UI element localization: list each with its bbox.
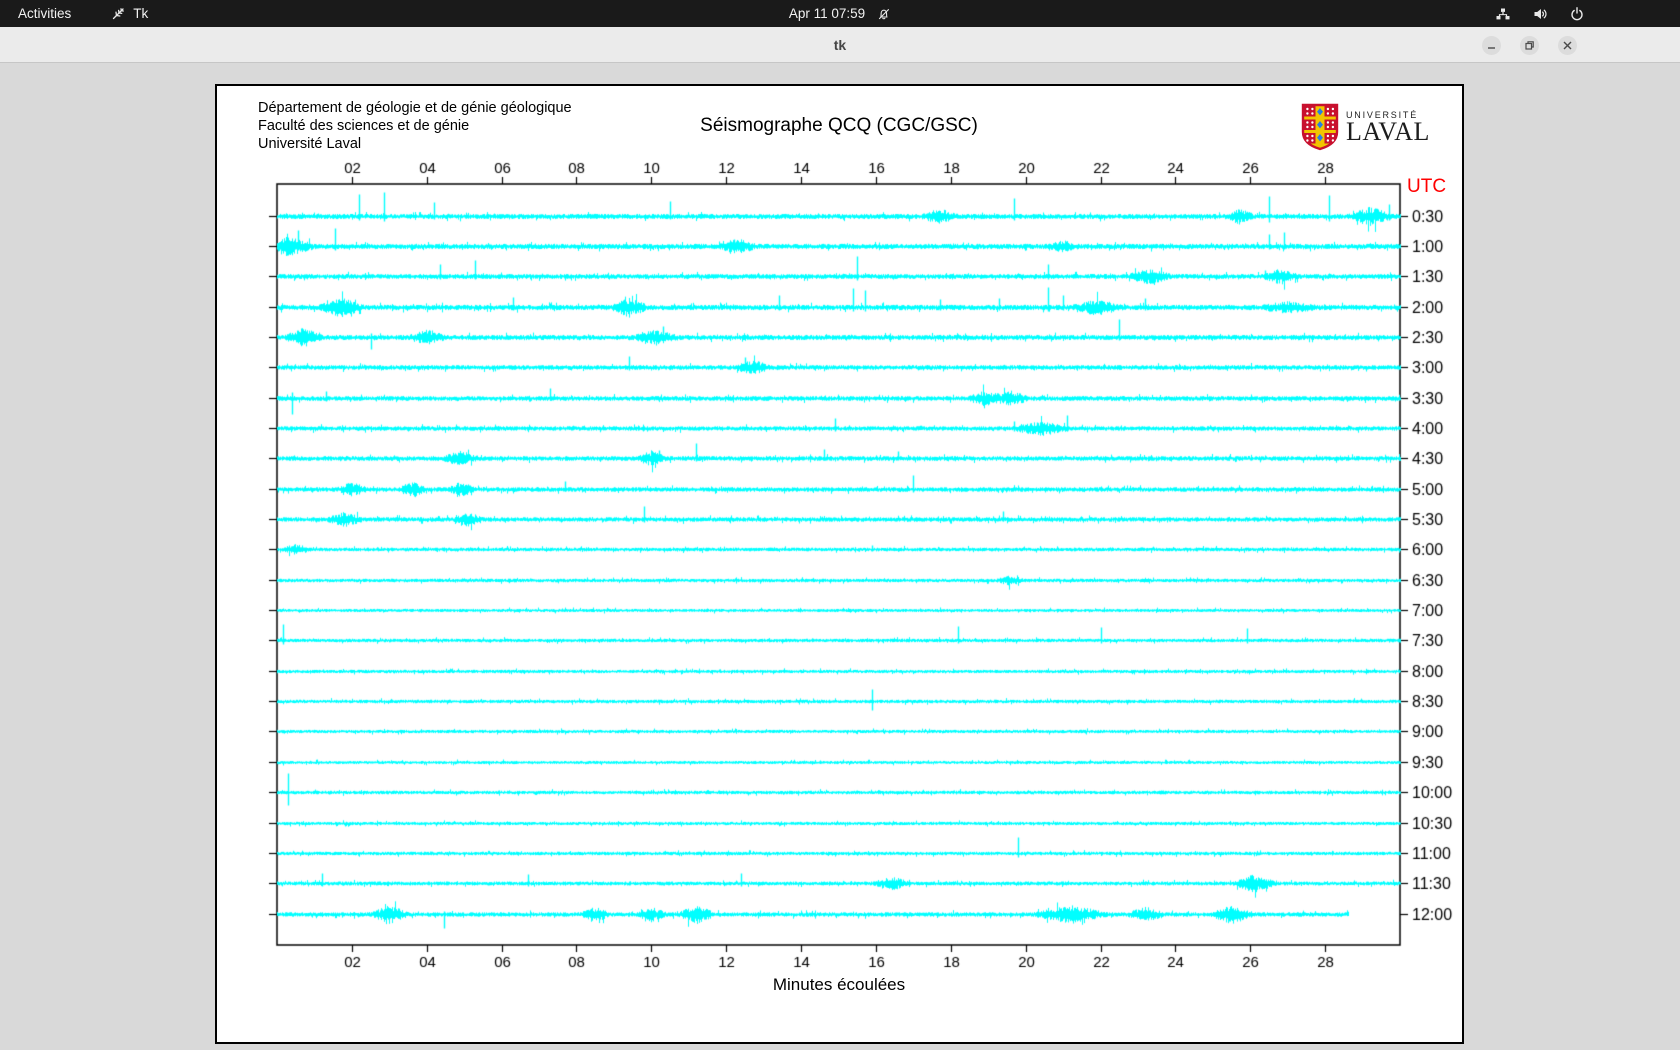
top-bar: Activities Tk Apr 11 07:59 bbox=[0, 0, 1680, 27]
maximize-button[interactable] bbox=[1520, 36, 1539, 55]
close-button[interactable] bbox=[1558, 36, 1577, 55]
institution-line-3: Université Laval bbox=[258, 135, 572, 153]
system-status-area[interactable] bbox=[1495, 0, 1585, 27]
wired-network-icon bbox=[1495, 6, 1511, 22]
app-menu-label: Tk bbox=[133, 6, 148, 21]
clock-menu[interactable]: Apr 11 07:59 bbox=[789, 0, 891, 27]
logo-laval-word: LAVAL bbox=[1346, 120, 1430, 144]
clock-label: Apr 11 07:59 bbox=[789, 6, 865, 21]
bell-slash-icon bbox=[877, 7, 891, 21]
power-icon bbox=[1569, 6, 1585, 22]
laval-shield-icon bbox=[1301, 103, 1339, 156]
utc-label: UTC bbox=[1407, 176, 1446, 198]
window-title: tk bbox=[0, 27, 1680, 63]
seismograph-panel: Département de géologie et de génie géol… bbox=[215, 84, 1464, 1044]
x-axis-label: Minutes écoulées bbox=[277, 975, 1401, 995]
activities-button[interactable]: Activities bbox=[0, 0, 89, 27]
app-menu-tk[interactable]: Tk bbox=[111, 6, 148, 21]
universite-laval-logo: UNIVERSITÉ LAVAL bbox=[1301, 103, 1430, 156]
tk-window-body: Département de géologie et de génie géol… bbox=[0, 63, 1680, 1050]
page-title: Séismographe QCQ (CGC/GSC) bbox=[277, 115, 1401, 137]
activities-label: Activities bbox=[18, 6, 71, 21]
window-titlebar[interactable]: tk bbox=[0, 27, 1680, 63]
seismogram-plot bbox=[217, 86, 1462, 1042]
tk-feather-icon bbox=[111, 6, 126, 21]
speaker-icon bbox=[1532, 6, 1548, 22]
minimize-button[interactable] bbox=[1482, 36, 1501, 55]
